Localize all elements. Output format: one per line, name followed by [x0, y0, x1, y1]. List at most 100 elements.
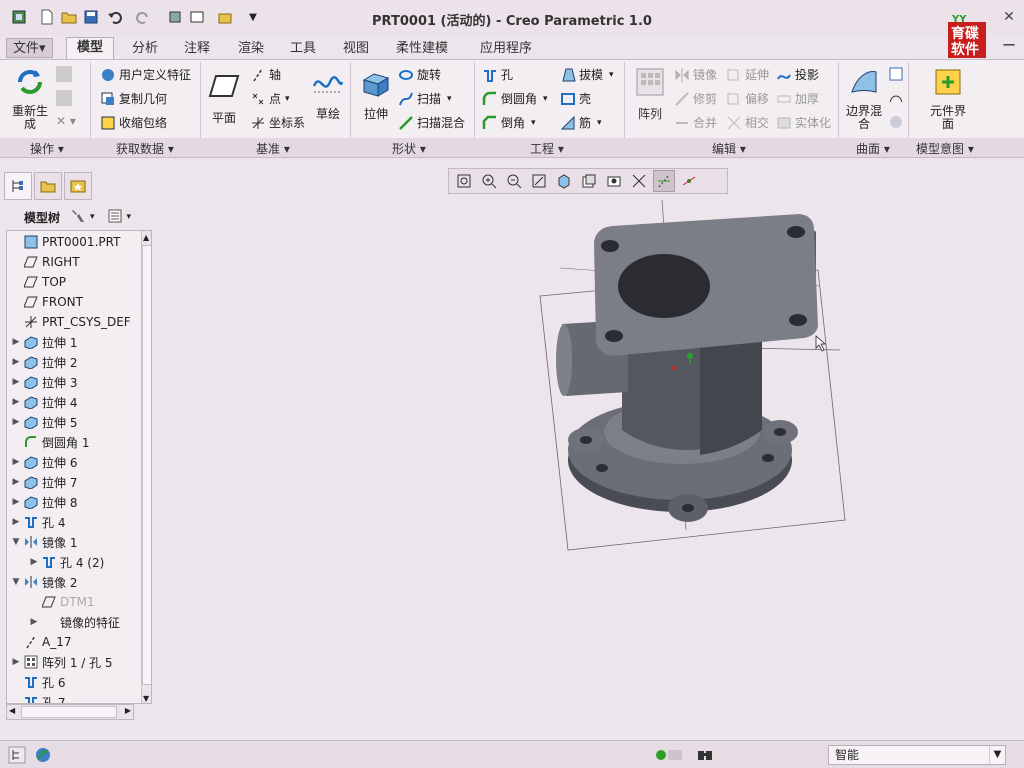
group-datum[interactable]: 基准 ▾ [256, 140, 290, 157]
swept-blend-button[interactable]: 扫描混合 [398, 114, 465, 131]
extend-button[interactable]: 延伸 [726, 66, 769, 83]
tree-item[interactable]: TOP [7, 272, 66, 292]
view-manager-icon[interactable] [603, 170, 625, 192]
sketch-button[interactable]: 草绘 [308, 66, 348, 122]
zoom-in-icon[interactable] [478, 170, 500, 192]
hscroll-thumb[interactable] [21, 706, 117, 718]
tab-tools[interactable]: 工具 [290, 39, 316, 59]
collapse-icon[interactable]: ▼ [11, 577, 21, 587]
tree-item[interactable]: 孔 6 [7, 672, 65, 692]
expand-icon[interactable]: ▶ [11, 477, 21, 487]
merge-button[interactable]: 合并 [674, 114, 717, 131]
tree-item[interactable]: ▶ 拉伸 8 [7, 492, 78, 512]
tree-settings-icon[interactable] [70, 208, 86, 227]
expand-icon[interactable]: ▶ [11, 337, 21, 347]
group-editing[interactable]: 编辑 ▾ [712, 140, 746, 157]
part-model[interactable] [160, 196, 1024, 740]
group-engineering[interactable]: 工程 ▾ [530, 140, 564, 157]
tree-item[interactable]: ▶ 孔 4 (2) [7, 552, 105, 572]
component-interface-button[interactable]: 元件界面 [926, 66, 970, 131]
zoom-out-icon[interactable] [503, 170, 525, 192]
tree-item[interactable]: ▶ 拉伸 2 [7, 352, 78, 372]
shrinkwrap-button[interactable]: 收缩包络 [100, 114, 167, 131]
freestyle-icon[interactable] [888, 114, 907, 130]
expand-icon[interactable]: ▶ [29, 557, 39, 567]
tab-annotate[interactable]: 注释 [184, 39, 210, 59]
tree-item[interactable]: ▶ 拉伸 3 [7, 372, 78, 392]
regenerate-button[interactable]: 重新生成 [8, 66, 52, 131]
scroll-left-icon[interactable]: ◀ [9, 706, 15, 715]
repaint-icon[interactable] [528, 170, 550, 192]
offset-button[interactable]: 偏移 [726, 90, 769, 107]
tree-item[interactable]: ▶ 镜像的特征 [7, 612, 120, 632]
model-tree-tab-icon[interactable] [4, 172, 32, 200]
tree-item[interactable]: FRONT [7, 292, 83, 312]
intersect-button[interactable]: 相交 [726, 114, 769, 131]
mirror-button[interactable]: 镜像 [674, 66, 717, 83]
refit-icon[interactable] [453, 170, 475, 192]
boundary-blend-button[interactable]: 边界混合 [844, 66, 884, 131]
tree-item[interactable]: PRT0001.PRT [7, 232, 120, 252]
project-button[interactable]: 投影 [776, 66, 819, 83]
datum-display-icon[interactable] [653, 170, 675, 192]
group-surfaces[interactable]: 曲面 ▾ [856, 140, 890, 157]
group-get-data[interactable]: 获取数据 ▾ [116, 140, 174, 157]
expand-icon[interactable]: ▶ [11, 657, 21, 667]
graphics-window[interactable] [160, 196, 1024, 740]
axis-button[interactable]: 轴 [250, 66, 281, 83]
minimize-icon[interactable]: ─ [1000, 35, 1018, 56]
tab-render[interactable]: 渲染 [238, 39, 264, 59]
scroll-right-icon[interactable]: ▶ [125, 706, 131, 715]
chamfer-button[interactable]: 倒角 ▾ [482, 114, 536, 131]
rib-button[interactable]: 筋 ▾ [560, 114, 602, 131]
tree-item[interactable]: DTM1 [7, 592, 95, 612]
solidify-button[interactable]: 实体化 [776, 114, 831, 131]
show-dropdown-icon[interactable]: ▾ [127, 212, 132, 222]
expand-icon[interactable]: ▶ [11, 357, 21, 367]
pattern-button[interactable]: 阵列 [630, 66, 670, 122]
tab-analysis[interactable]: 分析 [132, 39, 158, 59]
expand-icon[interactable]: ▶ [11, 517, 21, 527]
tree-settings-dropdown-icon[interactable]: ▾ [90, 212, 95, 222]
expand-icon[interactable]: ▶ [29, 617, 39, 627]
tree-item[interactable]: ▶ 拉伸 6 [7, 452, 78, 472]
shell-button[interactable]: 壳 [560, 90, 591, 107]
tree-item[interactable]: RIGHT [7, 252, 80, 272]
style-icon[interactable] [888, 90, 907, 106]
tree-item[interactable]: 倒圆角 1 [7, 432, 89, 452]
hole-button[interactable]: 孔 [482, 66, 513, 83]
collapse-icon[interactable]: ▼ [11, 537, 21, 547]
expand-icon[interactable]: ▶ [11, 377, 21, 387]
draft-button[interactable]: 拔模 ▾ [560, 66, 614, 83]
tree-item[interactable]: ▼ 镜像 2 [7, 572, 78, 592]
tree-item[interactable]: A_17 [7, 632, 71, 652]
tree-item[interactable]: ▶ 阵列 1 / 孔 5 [7, 652, 113, 672]
point-button[interactable]: 点 ▾ [250, 90, 290, 107]
tree-item[interactable]: ▶ 孔 4 [7, 512, 66, 532]
expand-icon[interactable]: ▶ [11, 497, 21, 507]
tree-item[interactable]: ▶ 拉伸 4 [7, 392, 78, 412]
revolve-button[interactable]: 旋转 [398, 66, 441, 83]
scroll-thumb[interactable] [142, 245, 151, 685]
tree-item[interactable]: PRT_CSYS_DEF [7, 312, 131, 332]
selection-filter[interactable]: 智能 ▼ [828, 745, 1006, 765]
tab-view[interactable]: 视图 [343, 39, 369, 59]
udf-button[interactable]: 用户定义特征 [100, 66, 191, 83]
browser-icon[interactable] [34, 746, 52, 767]
tree-item[interactable]: ▶ 拉伸 7 [7, 472, 78, 492]
tree-item[interactable]: 孔 7 [7, 692, 65, 703]
tab-model[interactable]: 模型 [66, 37, 115, 60]
fill-surface-icon[interactable] [888, 66, 907, 82]
csys-button[interactable]: 坐标系 [250, 114, 305, 131]
display-style-icon[interactable] [553, 170, 575, 192]
plane-button[interactable]: 平面 [204, 70, 244, 126]
saved-views-icon[interactable] [578, 170, 600, 192]
tree-vertical-scrollbar[interactable]: ▲ ▼ [141, 231, 151, 703]
tab-file[interactable]: 文件▾ [6, 38, 53, 58]
favorites-tab-icon[interactable] [64, 172, 92, 200]
sweep-button[interactable]: 扫描 ▾ [398, 90, 452, 107]
paste-icon[interactable] [56, 90, 75, 106]
trim-button[interactable]: 修剪 [674, 90, 717, 107]
tab-applications[interactable]: 应用程序 [480, 39, 532, 59]
toggle-navigator-icon[interactable] [8, 746, 26, 767]
